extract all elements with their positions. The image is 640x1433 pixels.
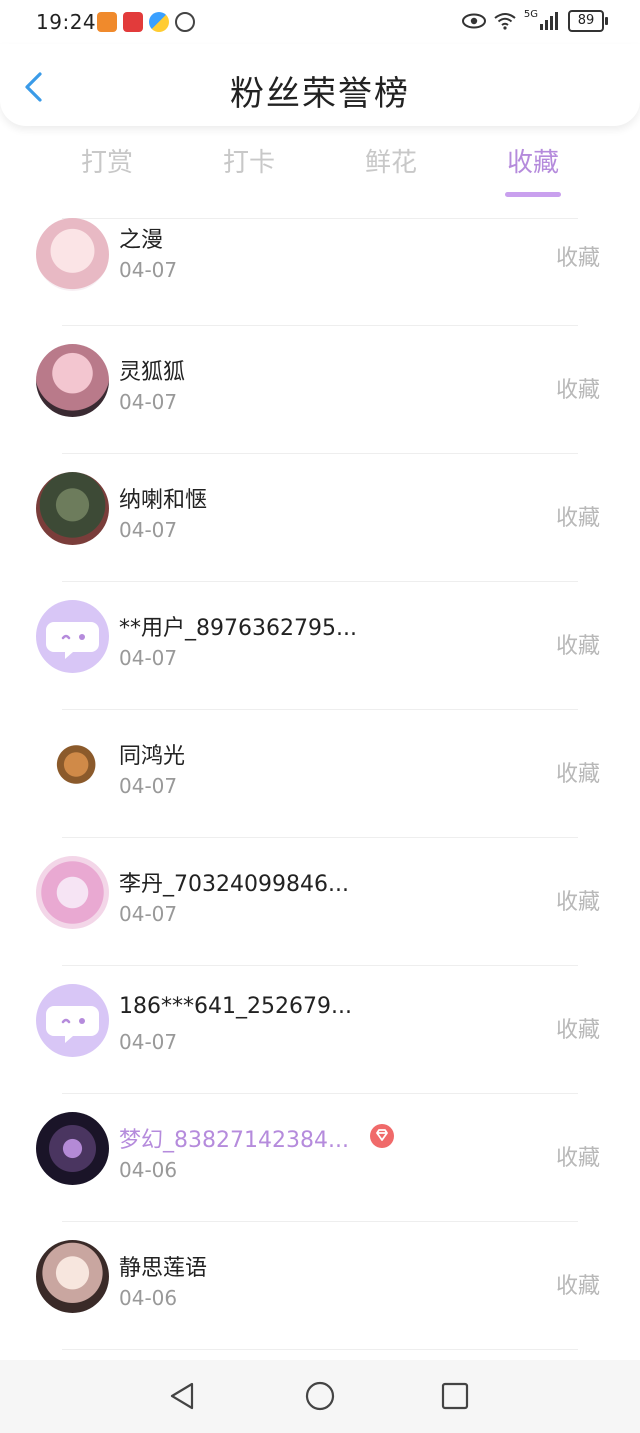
tab-checkin[interactable]: 打卡 [204,142,294,179]
avatar [36,344,109,417]
tab-favorites[interactable]: 收藏 [488,142,578,179]
list-item[interactable]: 梦幻_83827142384... 04-06 收藏 [0,1094,640,1222]
system-nav-bar [0,1360,640,1433]
status-time: 19:24 [36,10,97,34]
user-name: 灵狐狐 [119,360,186,385]
favorite-label: 收藏 [556,1274,601,1299]
user-name: 同鸿光 [119,744,186,769]
default-avatar-icon [46,1006,99,1043]
list-item[interactable]: 静思莲语 04-06 收藏 [0,1222,640,1350]
avatar [36,984,109,1057]
date-label: 04-07 [119,518,178,542]
default-avatar-icon [46,622,99,659]
video-app-icon [97,12,117,32]
avatar [36,218,109,291]
list-item[interactable]: 纳喇和惬 04-07 收藏 [0,454,640,582]
avatar [36,472,109,545]
tab-flowers[interactable]: 鲜花 [346,142,436,179]
date-label: 04-07 [119,646,178,670]
user-name: 梦幻_83827142384... [119,1128,349,1153]
nav-home-icon[interactable] [304,1380,336,1412]
list-item[interactable]: 李丹_70324099846... 04-07 收藏 [0,838,640,966]
avatar [36,1240,109,1313]
network-type: 5G [523,8,538,20]
user-name: 静思莲语 [119,1256,208,1281]
list-divider [62,1349,578,1350]
favorite-label: 收藏 [556,762,601,787]
tab-reward[interactable]: 打赏 [62,142,152,179]
date-label: 04-07 [119,258,178,282]
battery-indicator: 89 [568,10,608,32]
favorite-label: 收藏 [556,506,601,531]
active-tab-indicator [505,192,561,197]
avatar [36,1112,109,1185]
favorite-label: 收藏 [556,890,601,915]
user-name: 纳喇和惬 [119,488,208,513]
eye-icon [461,13,486,29]
hand-icon [175,12,195,32]
avatar [36,856,109,929]
list-item[interactable]: 同鸿光 04-07 收藏 [0,710,640,838]
user-name: 李丹_70324099846... [119,872,349,897]
list-item[interactable]: **用户_8976362795... 04-07 收藏 [0,582,640,710]
user-name: **用户_8976362795... [119,616,357,641]
tab-bar: 打赏 打卡 鲜花 收藏 [0,140,640,200]
avatar [36,600,109,673]
header: 粉丝荣誉榜 [0,44,640,126]
notification-icons [97,12,195,32]
date-label: 04-07 [119,390,178,414]
signal-icon [540,12,558,30]
news-app-icon [123,12,143,32]
date-label: 04-07 [119,902,178,926]
avatar [36,728,109,801]
date-label: 04-07 [119,1030,178,1054]
user-name: 186***641_252679... [119,994,352,1019]
list-item[interactable]: 186***641_252679... 04-07 收藏 [0,966,640,1094]
favorite-label: 收藏 [556,1018,601,1043]
user-name: 之漫 [119,228,164,253]
pinwheel-icon [149,12,169,32]
favorite-label: 收藏 [556,1146,601,1171]
page-title: 粉丝荣誉榜 [230,74,410,114]
status-bar: 19:24 5G 89 [0,0,640,44]
wifi-icon [494,13,516,30]
date-label: 04-06 [119,1158,178,1182]
date-label: 04-06 [119,1286,178,1310]
nav-recents-icon[interactable] [439,1380,471,1412]
vip-gem-icon [370,1124,394,1148]
favorite-label: 收藏 [556,246,601,271]
list-item[interactable]: 灵狐狐 04-07 收藏 [0,326,640,454]
nav-back-icon[interactable] [166,1380,198,1412]
favorite-label: 收藏 [556,634,601,659]
date-label: 04-07 [119,774,178,798]
favorite-label: 收藏 [556,378,601,403]
